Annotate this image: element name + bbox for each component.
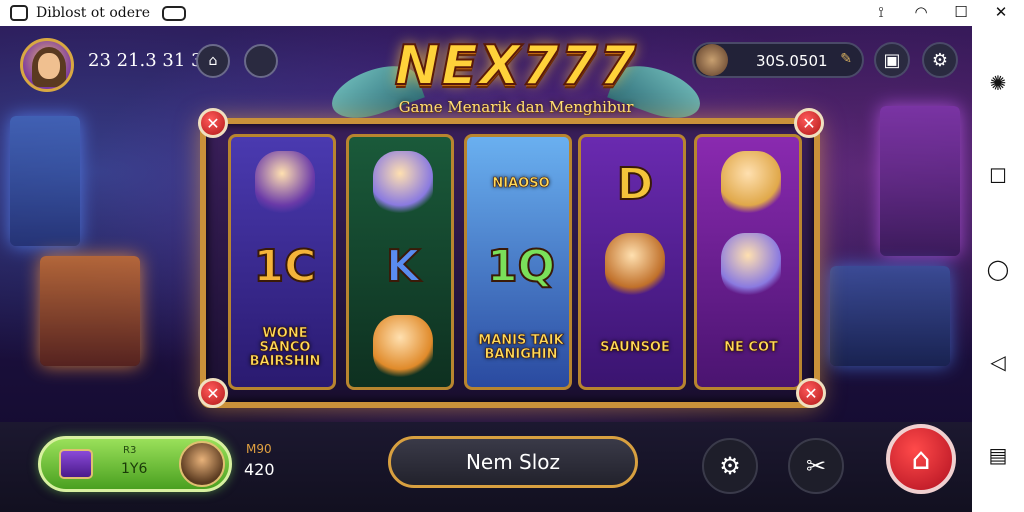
avatar-face xyxy=(38,53,60,79)
settings-circle-button[interactable]: ⚙ xyxy=(702,438,758,494)
clipboard-icon[interactable]: ▤ xyxy=(984,441,1012,469)
symbol-letter-text: 1Q xyxy=(486,240,556,293)
coin-avatar xyxy=(696,44,728,76)
slot-symbol-picture xyxy=(357,145,449,223)
symbol-word-text: SAUNSOE xyxy=(600,340,670,355)
chat-icon[interactable]: ◯ xyxy=(984,255,1012,283)
slot-symbol-word: NE COT xyxy=(705,309,797,387)
status-bar: Diblost ot odere ⟟ ◠ ☐ ✕ xyxy=(0,0,1024,26)
balance-pill[interactable]: R3 1Y6 xyxy=(38,436,232,492)
app-icon xyxy=(10,5,28,21)
slot-symbol-picture xyxy=(705,145,797,223)
symbol-letter-text: D xyxy=(616,158,655,211)
empty-slot-button[interactable] xyxy=(244,44,278,78)
slot-symbol-word: MANIS TAIK BANIGHIN xyxy=(475,309,567,387)
badge-icon xyxy=(162,5,186,21)
close-button-top-left[interactable]: ✕ xyxy=(198,108,228,138)
slot-symbol-word: WONE SANCO BAIRSHIN xyxy=(239,309,331,387)
slot-reel: NIAOSO 1Q MANIS TAIK BANIGHIN xyxy=(464,134,572,390)
tools-icon: ✂ xyxy=(805,452,827,480)
arcade-machine-decoration xyxy=(40,256,140,366)
slot-symbol-word: NIAOSO xyxy=(475,145,567,223)
slot-symbol-picture xyxy=(357,309,449,387)
symbol-word-text: WONE SANCO BAIRSHIN xyxy=(249,326,321,369)
camera-button[interactable]: ▣ xyxy=(874,42,910,78)
arcade-machine-decoration xyxy=(830,266,950,366)
slot-reel: 1C WONE SANCO BAIRSHIN xyxy=(228,134,336,390)
edit-icon[interactable]: ✎ xyxy=(840,51,852,67)
settings-gear-icon[interactable]: ✺ xyxy=(984,69,1012,97)
balance-value: 1Y6 xyxy=(121,461,148,477)
slot-reel: K xyxy=(346,134,454,390)
coin-value: 30S.0501 xyxy=(756,52,828,70)
slot-symbol-picture xyxy=(589,227,681,305)
back-icon[interactable]: ◁ xyxy=(984,348,1012,376)
spin-button[interactable]: Nem Sloz xyxy=(388,436,638,488)
tools-button[interactable]: ✂ xyxy=(788,438,844,494)
symbol-word-text: NE COT xyxy=(724,340,778,355)
slot-symbol-letter: D xyxy=(589,145,681,223)
lock-button[interactable]: ⌂ xyxy=(196,44,230,78)
slot-symbol-picture xyxy=(705,227,797,305)
slot-symbol-letter: 1C xyxy=(239,227,331,305)
slot-machine-frame: 1C WONE SANCO BAIRSHIN K NIAOSO 1Q MANIS TAIK… xyxy=(200,118,820,408)
game-canvas: 23 21.3 31 3S ⌂ 30S.0501 ✎ ▣ ⚙ NEX777 Ga… xyxy=(0,26,972,512)
symbol-letter-text: K xyxy=(385,240,421,293)
slot-symbol-picture xyxy=(239,145,331,223)
slot-symbol-word: SAUNSOE xyxy=(589,309,681,387)
balance-avatar xyxy=(179,441,225,487)
logo-subtitle: Game Menarik dan Menghibur xyxy=(398,98,634,116)
symbol-letter-text: 1C xyxy=(253,240,318,293)
window-icon[interactable]: ☐ xyxy=(952,3,970,21)
app-title: Diblost ot odere xyxy=(36,5,150,21)
symbol-word-text: MANIS TAIK BANIGHIN xyxy=(478,333,564,362)
bet-value: 420 xyxy=(244,460,275,479)
arcade-machine-decoration xyxy=(10,116,80,246)
settings-button[interactable]: ⚙ xyxy=(922,42,958,78)
close-icon: ✕ xyxy=(206,113,220,133)
cast-icon: ⟟ xyxy=(878,3,884,21)
navigation-rail: ✺ ☐ ◯ ◁ ▤ xyxy=(972,26,1024,512)
wifi-icon: ◠ xyxy=(914,3,928,21)
close-button-bottom-left[interactable]: ✕ xyxy=(198,378,228,408)
pouch-icon xyxy=(373,315,433,379)
close-button-top-right[interactable]: ✕ xyxy=(794,108,824,138)
close-button-bottom-right[interactable]: ✕ xyxy=(796,378,826,408)
wolf-icon xyxy=(721,233,781,297)
home-button[interactable]: ⌂ xyxy=(886,424,956,494)
balance-label: R3 xyxy=(123,445,137,456)
square-icon[interactable]: ☐ xyxy=(984,162,1012,190)
player-avatar[interactable] xyxy=(20,38,74,92)
close-icon: ✕ xyxy=(802,113,816,133)
close-icon: ✕ xyxy=(804,383,818,403)
gear-icon: ⚙ xyxy=(719,452,741,480)
slot-symbol-letter: K xyxy=(357,227,449,305)
horn-icon xyxy=(605,233,665,297)
camera-icon: ▣ xyxy=(883,49,901,71)
treasure-chest-icon xyxy=(59,449,93,479)
close-icon[interactable]: ✕ xyxy=(992,3,1010,21)
bottom-bar: R3 1Y6 M90 420 Nem Sloz ⚙ ✂ ⌂ xyxy=(0,422,972,512)
status-icons: ⟟ ◠ ☐ ✕ xyxy=(872,3,1010,21)
wolf-icon xyxy=(373,151,433,215)
slot-reel: NE COT xyxy=(694,134,802,390)
arcade-machine-decoration xyxy=(880,106,960,256)
bet-label: M90 xyxy=(246,442,272,456)
slot-symbol-letter: 1Q xyxy=(475,227,567,305)
close-icon: ✕ xyxy=(206,383,220,403)
slot-reel: D SAUNSOE xyxy=(578,134,686,390)
gear-icon: ⚙ xyxy=(931,49,949,71)
queen-icon xyxy=(721,151,781,215)
symbol-word-text: NIAOSO xyxy=(492,176,550,191)
coin-balance[interactable]: 30S.0501 ✎ xyxy=(692,42,864,78)
lock-icon: ⌂ xyxy=(208,53,218,69)
panther-icon xyxy=(255,151,315,215)
logo-title: NEX777 xyxy=(394,33,638,98)
game-logo: NEX777 Game Menarik dan Menghibur xyxy=(386,33,646,116)
home-icon: ⌂ xyxy=(911,441,931,477)
